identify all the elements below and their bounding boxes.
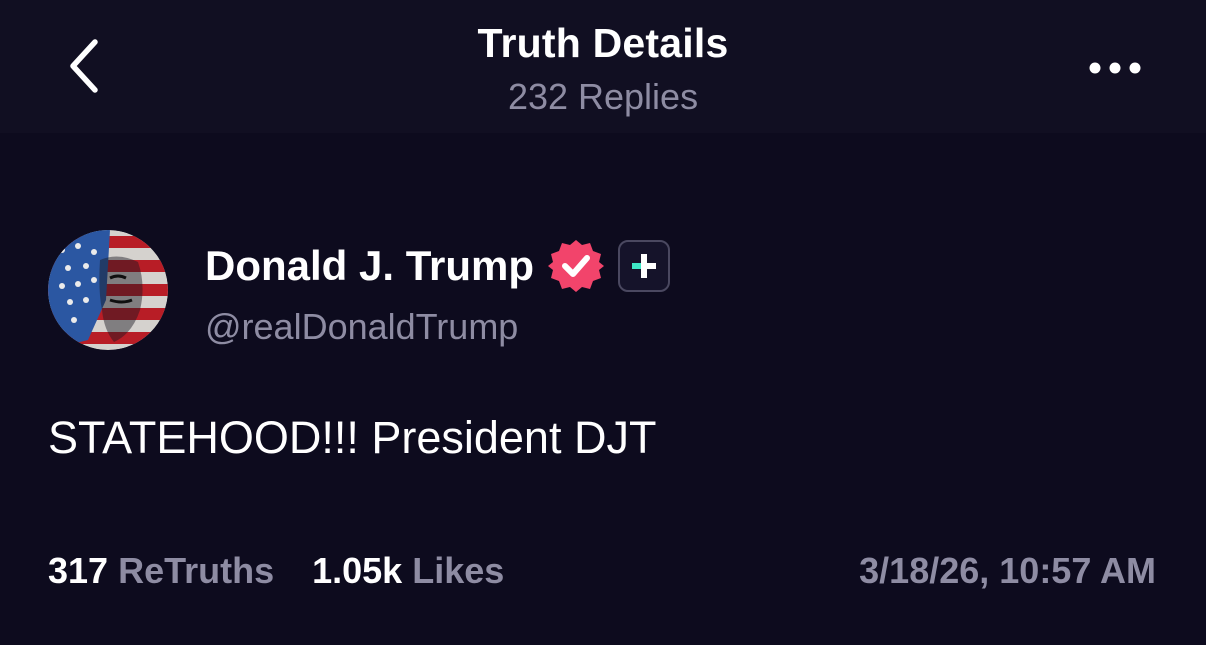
post-timestamp: 3/18/26, 10:57 AM (859, 550, 1156, 591)
page-title: Truth Details (477, 20, 729, 66)
likes-stat[interactable]: 1.05k Likes (312, 550, 504, 592)
avatar[interactable] (48, 230, 168, 350)
retruths-count: 317 (48, 550, 109, 591)
retruths-stat[interactable]: 317 ReTruths (48, 550, 274, 592)
likes-count: 1.05k (312, 550, 403, 591)
post-text: STATEHOOD!!! President DJT (48, 412, 657, 463)
more-options-button[interactable] (1080, 48, 1150, 88)
retruths-label: ReTruths (118, 550, 275, 591)
post-stats: 317 ReTruths 1.05k Likes (48, 548, 504, 594)
verified-badge-icon (548, 238, 605, 294)
likes-label: Likes (412, 550, 505, 591)
truth-details-screen: Truth Details 232 Replies Donald J. Trum… (0, 0, 1206, 645)
more-horizontal-icon (1089, 62, 1141, 74)
author-handle[interactable]: @realDonaldTrump (205, 306, 518, 348)
replies-count[interactable]: 232 Replies (0, 76, 1206, 118)
avatar-image (48, 230, 168, 350)
author-name-row: Donald J. Trump (205, 236, 671, 296)
author-name[interactable]: Donald J. Trump (205, 242, 534, 290)
truth-plus-icon (618, 240, 671, 292)
header-bar: Truth Details 232 Replies (0, 0, 1206, 133)
